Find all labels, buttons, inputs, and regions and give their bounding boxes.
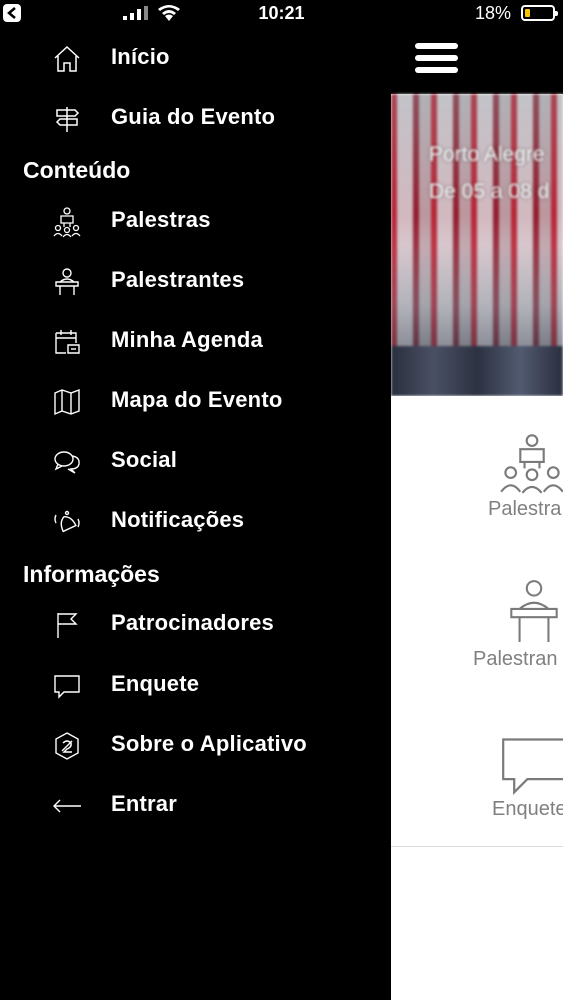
card-label: Palestra [488, 498, 562, 520]
lectures-icon [50, 205, 84, 239]
banner-dates: De 05 a 08 d [429, 180, 550, 203]
lectures-icon [500, 434, 563, 494]
chat-bubbles-icon [50, 445, 84, 479]
flag-icon [50, 608, 84, 642]
speaker-icon [50, 265, 84, 299]
drawer-item-label: Sobre o Aplicativo [111, 731, 307, 756]
drawer-item-palestras[interactable]: Palestras [0, 195, 391, 247]
battery-fill [525, 9, 530, 17]
drawer-item-label: Guia do Evento [111, 104, 276, 129]
card-enquete[interactable]: Enquete [391, 696, 563, 847]
banner-location: Porto Alegre [429, 143, 545, 166]
drawer-item-minha-agenda[interactable]: Minha Agenda [0, 315, 391, 367]
speech-bubble-icon [502, 738, 563, 795]
card-label: Palestran [473, 648, 558, 670]
battery-percentage: 18% [474, 3, 511, 23]
navigation-drawer: Início Guia do Evento Conteúdo Palestras… [0, 0, 391, 1000]
drawer-item-sobre-o-aplicativo[interactable]: Sobre o Aplicativo [0, 719, 391, 771]
section-heading-conteudo: Conteúdo [23, 157, 131, 183]
drawer-item-label: Início [111, 44, 170, 69]
app-logo-icon [50, 729, 84, 763]
map-icon [50, 385, 84, 419]
drawer-item-entrar[interactable]: Entrar [0, 779, 391, 831]
drawer-item-enquete[interactable]: Enquete [0, 659, 391, 711]
card-palestras[interactable]: Palestra [391, 396, 563, 547]
card-label: Enquete [492, 798, 563, 820]
main-content: Porto Alegre De 05 a 08 d Palestra Pales… [391, 0, 563, 1000]
drawer-item-social[interactable]: Social [0, 435, 391, 487]
drawer-item-mapa-do-evento[interactable]: Mapa do Evento [0, 375, 391, 427]
drawer-item-label: Enquete [111, 671, 200, 696]
drawer-item-label: Minha Agenda [111, 327, 263, 352]
hamburger-menu-icon[interactable] [415, 43, 458, 79]
drawer-item-notificacoes[interactable]: Notificações [0, 495, 391, 547]
drawer-item-label: Mapa do Evento [111, 387, 283, 412]
drawer-item-label: Notificações [111, 507, 245, 532]
drawer-item-palestrantes[interactable]: Palestrantes [0, 255, 391, 307]
calendar-icon [50, 325, 84, 359]
arrow-left-icon [50, 789, 84, 823]
drawer-item-patrocinadores[interactable]: Patrocinadores [0, 598, 391, 650]
drawer-item-label: Patrocinadores [111, 610, 274, 635]
drawer-item-label: Palestras [111, 207, 211, 232]
section-heading-informacoes: Informações [23, 561, 160, 587]
drawer-item-label: Social [111, 447, 178, 472]
status-bar: 10:21 18% [0, 0, 563, 28]
signpost-icon [50, 102, 84, 136]
drawer-item-inicio[interactable]: Início [0, 32, 391, 84]
drawer-item-guia-do-evento[interactable]: Guia do Evento [0, 92, 391, 144]
drawer-item-label: Entrar [111, 791, 177, 816]
event-banner: Porto Alegre De 05 a 08 d [391, 94, 563, 396]
card-palestrantes[interactable]: Palestran [391, 546, 563, 697]
speaker-icon [510, 580, 558, 642]
home-icon [50, 42, 84, 76]
speech-bubble-icon [50, 669, 84, 703]
bell-icon [50, 505, 84, 539]
battery-icon [521, 5, 558, 21]
drawer-item-label: Palestrantes [111, 267, 245, 292]
